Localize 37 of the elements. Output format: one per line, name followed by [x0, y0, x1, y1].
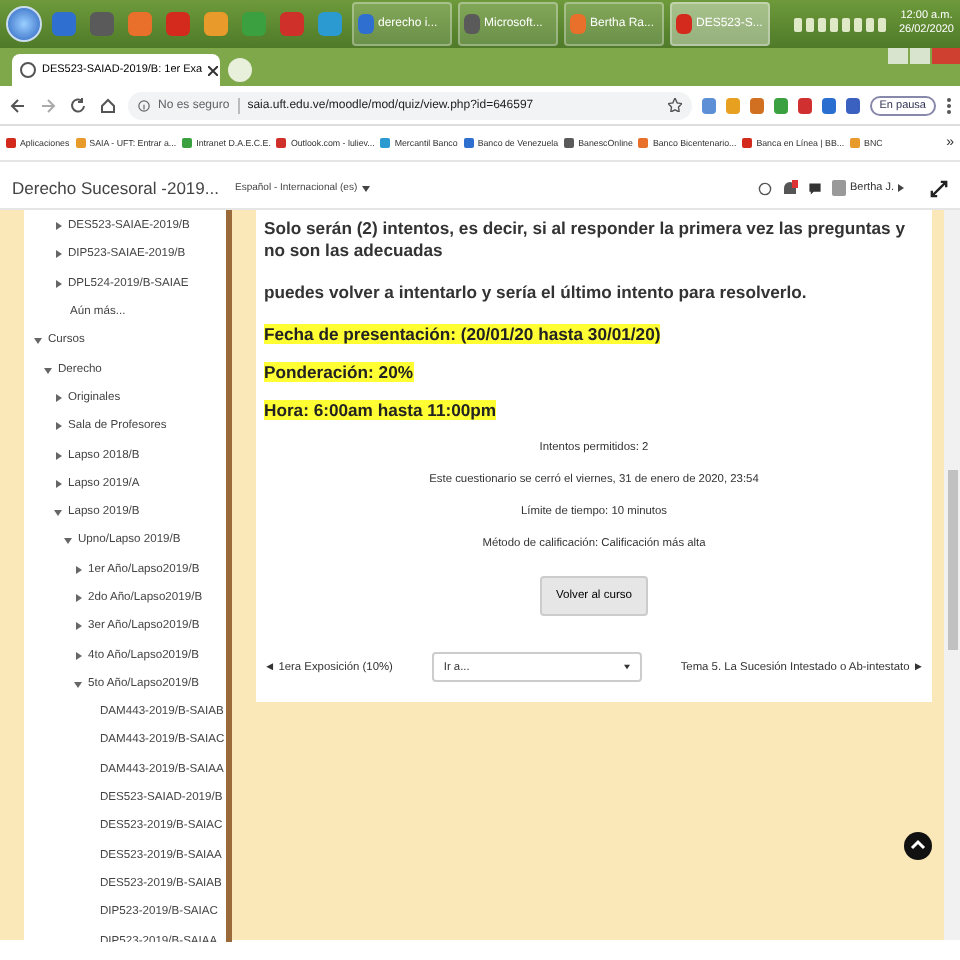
collapsed-caret-icon[interactable] [54, 222, 62, 231]
chat-icon[interactable] [807, 181, 822, 195]
menu-icon[interactable] [946, 95, 952, 115]
paragraph: Fecha de presentación: (20/01/20 hasta 30/01/20) [264, 323, 661, 344]
dropdown-caret-icon [361, 185, 370, 191]
star-icon[interactable] [667, 98, 682, 112]
paragraph: Hora: 6:00am hasta 11:00pm [264, 399, 497, 420]
collapsed-caret-icon[interactable] [54, 393, 62, 402]
expanded-caret-icon[interactable] [44, 365, 52, 374]
paragraph: Solo serán (2) intentos, es decir, si al responder la primera vez las preguntas y no son las adecuadas [264, 218, 905, 261]
collapsed-caret-icon[interactable] [54, 279, 62, 288]
course-title[interactable]: Derecho Sucesoral -2019... [12, 178, 219, 198]
scrollbar-thumb[interactable] [947, 470, 957, 650]
collapsed-caret-icon[interactable] [54, 479, 62, 488]
collapsed-caret-icon[interactable] [74, 622, 82, 631]
scroll-to-top-icon[interactable] [904, 832, 932, 860]
back-arrow-icon[interactable] [8, 95, 28, 115]
expanded-caret-icon[interactable] [64, 536, 72, 545]
collapsed-caret-icon[interactable] [54, 250, 62, 259]
expanded-caret-icon[interactable] [74, 679, 82, 688]
close-tab-icon[interactable] [208, 65, 219, 75]
expanded-caret-icon[interactable] [34, 336, 42, 345]
paragraph: puedes volver a intentarlo y sería el último intento para resolverlo. [264, 282, 807, 303]
expanded-caret-icon[interactable] [54, 508, 62, 517]
info-icon[interactable] [138, 99, 150, 111]
home-icon[interactable] [98, 95, 118, 115]
collapsed-caret-icon[interactable] [74, 594, 82, 602]
expand-arrows-icon[interactable] [930, 179, 948, 197]
reload-icon[interactable] [68, 95, 88, 115]
collapsed-caret-icon[interactable] [54, 422, 62, 431]
paragraph: Ponderación: 20% [264, 361, 413, 382]
collapsed-caret-icon[interactable] [74, 651, 82, 660]
start-button[interactable] [6, 6, 42, 42]
caret-icon [898, 184, 904, 192]
collapsed-caret-icon[interactable] [54, 451, 62, 460]
collapsed-caret-icon[interactable] [74, 565, 82, 574]
dropdown-caret-icon [623, 664, 630, 671]
